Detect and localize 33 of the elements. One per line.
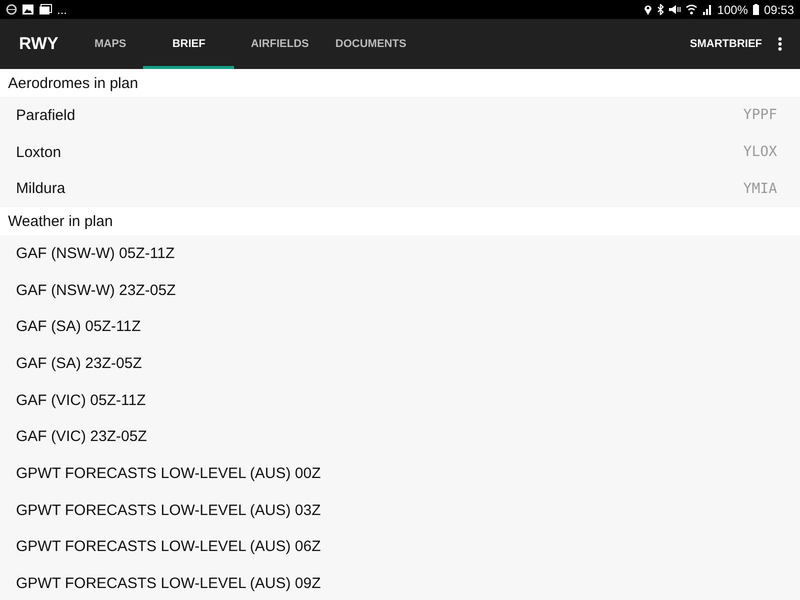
mute-icon [669, 4, 682, 15]
list-item-name[interactable]: GAF (VIC) 23Z-05Z [16, 428, 777, 446]
list-item-name[interactable]: Mildura [16, 180, 744, 198]
list-item-name[interactable]: GAF (SA) 05Z-11Z [16, 318, 777, 336]
battery-percent: 100% [717, 2, 748, 16]
tab[interactable]: MAPS [77, 19, 144, 69]
tab[interactable]: AIRFIELDS [234, 19, 326, 69]
signal-icon [702, 4, 712, 15]
airport-code: YLOX [743, 144, 777, 160]
app-title: RWY [18, 33, 60, 55]
list-item-name[interactable]: GAF (SA) 23Z-05Z [16, 354, 777, 372]
list-item-name[interactable]: GAF (NSW-W) 05Z-11Z [16, 244, 777, 262]
notification-overflow: ... [57, 2, 68, 16]
list-item-name[interactable]: GAF (NSW-W) 23Z-05Z [16, 282, 777, 299]
tab[interactable]: DOCUMENTS [325, 19, 416, 69]
list-item-name[interactable]: GPWT FORECASTS LOW-LEVEL (AUS) 09Z [16, 575, 777, 592]
list-item-name[interactable]: GPWT FORECASTS LOW-LEVEL (AUS) 03Z [16, 502, 777, 519]
battery-icon [752, 4, 759, 15]
airport-code: YPPF [743, 107, 777, 124]
wifi-icon [686, 4, 698, 15]
list-item-name[interactable]: Parafield [16, 106, 744, 124]
list-item-name[interactable]: GPWT FORECASTS LOW-LEVEL (AUS) 00Z [16, 465, 777, 482]
list-item-name[interactable]: GAF (VIC) 05Z-11Z [16, 392, 777, 409]
more-menu-icon[interactable] [778, 37, 782, 51]
clock: 09:53 [764, 2, 794, 16]
airport-code: YMIA [743, 180, 777, 197]
list-item-name[interactable]: Loxton [16, 144, 744, 161]
bluetooth-icon [657, 4, 664, 15]
location-icon [644, 4, 652, 15]
smartbrief-button[interactable]: SMARTBRIEF [682, 19, 770, 69]
gallery-icon [39, 4, 52, 15]
image-icon [22, 4, 34, 15]
list-item-name[interactable]: GPWT FORECASTS LOW-LEVEL (AUS) 06Z [16, 538, 777, 556]
